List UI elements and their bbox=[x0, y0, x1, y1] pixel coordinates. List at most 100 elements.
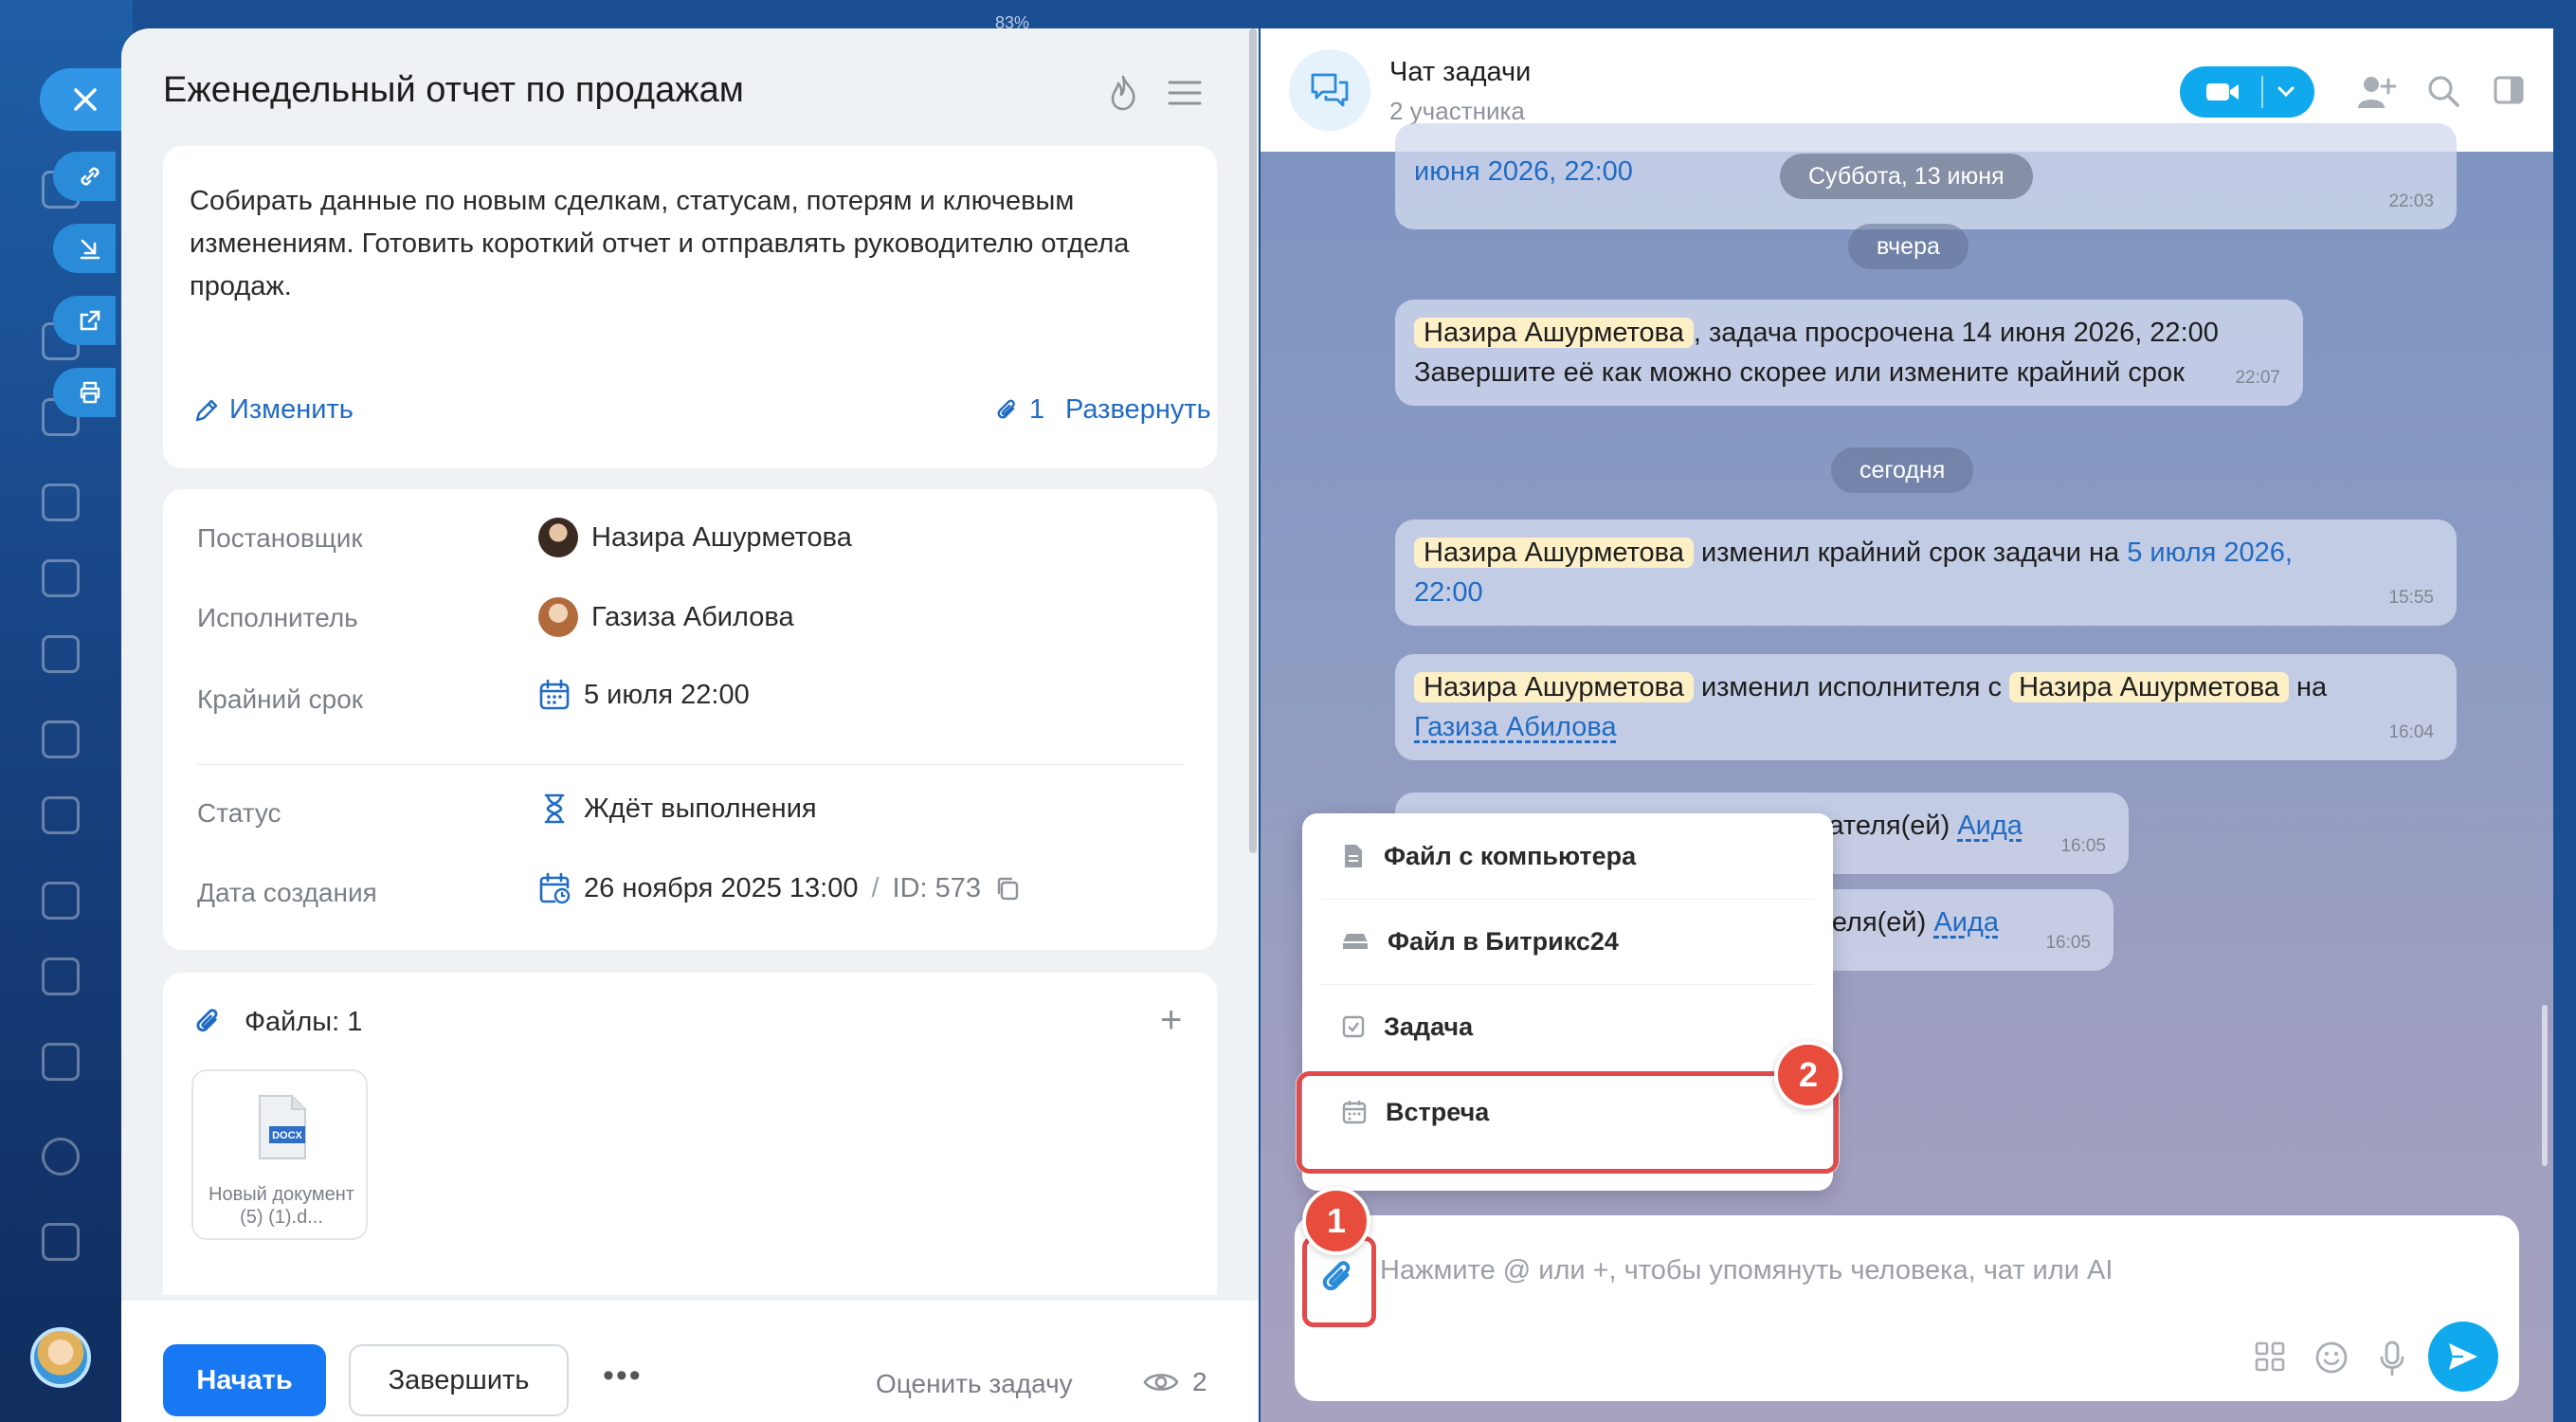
message-input-placeholder[interactable]: Нажмите @ или +, чтобы упомянуть человек… bbox=[1380, 1255, 2113, 1286]
automation-icon bbox=[42, 720, 80, 758]
menu-file-from-computer[interactable]: Файл с компьютера bbox=[1321, 813, 1814, 899]
task-description: Собирать данные по новым сделкам, статус… bbox=[190, 186, 1130, 301]
views-count: 2 bbox=[1192, 1367, 1207, 1396]
id-separator: / bbox=[871, 872, 880, 903]
add-user-icon[interactable] bbox=[2356, 74, 2396, 110]
day-divider-yesterday: вчера bbox=[1848, 224, 1968, 269]
user-link[interactable]: Газиза Абилова bbox=[1414, 712, 1617, 742]
day-divider-saturday: Суббота, 13 июня bbox=[1780, 154, 2033, 199]
chat-scrollbar[interactable] bbox=[2542, 1005, 2548, 1166]
edit-label: Изменить bbox=[229, 394, 354, 425]
chat-icon bbox=[42, 635, 80, 673]
date-link[interactable]: 22:00 bbox=[1414, 577, 1483, 608]
status-label: Статус bbox=[197, 798, 281, 828]
flame-icon[interactable] bbox=[1107, 74, 1139, 112]
created-value: 26 ноября 2025 13:00 bbox=[584, 872, 859, 903]
chevron-down-icon[interactable] bbox=[2277, 85, 2295, 99]
apps-grid-icon[interactable] bbox=[2254, 1340, 2286, 1373]
chat-participants[interactable]: 2 участника bbox=[1389, 97, 1525, 126]
drive-icon bbox=[1343, 934, 1368, 949]
status-field: Ждёт выполнения bbox=[538, 793, 817, 825]
start-button[interactable]: Начать bbox=[163, 1344, 326, 1416]
minimize-button[interactable] bbox=[53, 224, 116, 273]
eye-icon bbox=[1143, 1374, 1179, 1391]
assignee-avatar bbox=[538, 597, 578, 637]
menu-icon[interactable] bbox=[1168, 80, 1202, 106]
file-name: Новый документ (5) (1).d... bbox=[209, 1184, 354, 1228]
microphone-icon[interactable] bbox=[2379, 1340, 2405, 1376]
emoji-icon[interactable] bbox=[2314, 1340, 2349, 1375]
message-text: Завершите её как можно скорее или измени… bbox=[1414, 357, 2185, 388]
created-label: Дата создания bbox=[197, 878, 377, 907]
user-mention[interactable]: Назира Ашурметова bbox=[2009, 672, 2289, 702]
menu-label: Файл с компьютера bbox=[1384, 841, 1637, 870]
divider bbox=[197, 764, 1183, 765]
date-link[interactable]: 5 июля 2026, bbox=[2127, 538, 2293, 568]
sidebar-toggle-icon[interactable] bbox=[2493, 74, 2525, 106]
chat-message: Назира Ашурметова, задача просрочена 14 … bbox=[1395, 300, 2303, 406]
message-text: изменил исполнителя с bbox=[1700, 672, 2003, 702]
print-button[interactable] bbox=[53, 368, 116, 417]
creator-label: Постановщик bbox=[197, 523, 363, 553]
chat-panel: Чат задачи 2 участника июня 2026, 22:00 … bbox=[1261, 28, 2553, 1422]
pencil-icon bbox=[195, 399, 218, 421]
expand-link[interactable]: Развернуть bbox=[1065, 394, 1211, 426]
deadline-value: 5 июля 22:00 bbox=[584, 679, 750, 710]
menu-label: Задача bbox=[1384, 1012, 1474, 1041]
group-icon bbox=[42, 483, 80, 521]
creator-field[interactable]: Назира Ашурметова bbox=[538, 518, 852, 557]
deadline-field[interactable]: 5 июля 22:00 bbox=[538, 679, 750, 711]
menu-task[interactable]: Задача bbox=[1321, 984, 1814, 1069]
user-mention[interactable]: Назира Ашурметова bbox=[1414, 318, 1694, 348]
add-file-button[interactable]: + bbox=[1160, 999, 1182, 1042]
settings-icon bbox=[42, 1138, 80, 1176]
minimize-icon bbox=[80, 239, 100, 260]
file-tile[interactable]: DOCX Новый документ (5) (1).d... bbox=[191, 1069, 368, 1240]
search-icon[interactable] bbox=[2426, 74, 2460, 108]
app-sidebar-background bbox=[0, 0, 133, 1422]
task-actions-bar: Начать Завершить ••• Оценить задачу 2 bbox=[121, 1301, 1259, 1422]
message-time: 15:55 bbox=[2388, 588, 2434, 608]
menu-file-bitrix24[interactable]: Файл в Битрикс24 bbox=[1321, 899, 1814, 984]
step-badge-2: 2 bbox=[1774, 1041, 1842, 1109]
file-icon bbox=[42, 957, 80, 995]
task-info-card: Постановщик Назира Ашурметова Исполнител… bbox=[163, 489, 1217, 950]
task-scrollbar[interactable] bbox=[1249, 28, 1257, 853]
send-button[interactable] bbox=[2428, 1322, 2498, 1392]
edit-description-link[interactable]: Изменить bbox=[193, 394, 354, 426]
user-avatar[interactable] bbox=[30, 1327, 91, 1388]
rate-task-link[interactable]: Оценить задачу bbox=[876, 1369, 1073, 1399]
more-actions-button[interactable]: ••• bbox=[603, 1358, 643, 1395]
open-new-window-button[interactable] bbox=[53, 296, 116, 345]
message-text: изменил крайний срок задачи на bbox=[1700, 538, 2120, 568]
paperclip-icon bbox=[997, 399, 1015, 418]
attachments-counter[interactable]: 1 bbox=[995, 394, 1044, 426]
finish-button[interactable]: Завершить bbox=[349, 1344, 569, 1416]
files-card: Файлы: 1 + DOCX Новый документ (5) (1).d… bbox=[163, 973, 1217, 1295]
views-counter[interactable]: 2 bbox=[1143, 1367, 1207, 1397]
copy-link-button[interactable] bbox=[53, 152, 116, 201]
message-time: 22:03 bbox=[2388, 191, 2434, 211]
video-call-button[interactable] bbox=[2180, 66, 2314, 118]
deadline-label: Крайний срок bbox=[197, 684, 364, 714]
chat-message: Назира Ашурметова изменил крайний срок з… bbox=[1395, 520, 2457, 626]
mail-icon bbox=[42, 1223, 80, 1261]
assignee-field[interactable]: Газиза Абилова bbox=[538, 597, 794, 637]
chat-message: Назира Ашурметова изменил исполнителя с … bbox=[1395, 654, 2457, 760]
user-mention[interactable]: Назира Ашурметова bbox=[1414, 538, 1694, 568]
separator bbox=[2261, 76, 2263, 108]
attach-paperclip-icon[interactable] bbox=[1319, 1255, 1357, 1301]
message-text: на bbox=[2296, 672, 2328, 702]
close-slider-button[interactable] bbox=[40, 68, 131, 131]
message-time: 16:05 bbox=[2045, 933, 2091, 953]
docx-file-icon: DOCX bbox=[259, 1095, 306, 1159]
attachments-count: 1 bbox=[1029, 394, 1045, 425]
message-input-box[interactable]: Нажмите @ или +, чтобы упомянуть человек… bbox=[1295, 1215, 2519, 1401]
copy-icon[interactable] bbox=[994, 875, 1021, 902]
menu-label: Файл в Битрикс24 bbox=[1388, 926, 1619, 956]
message-time: 22:07 bbox=[2235, 368, 2280, 388]
step-badge-1: 1 bbox=[1302, 1187, 1370, 1255]
user-mention[interactable]: Назира Ашурметова bbox=[1414, 672, 1694, 702]
calendar-icon bbox=[539, 679, 570, 710]
message-link[interactable]: июня 2026, 22:00 bbox=[1414, 156, 1633, 187]
